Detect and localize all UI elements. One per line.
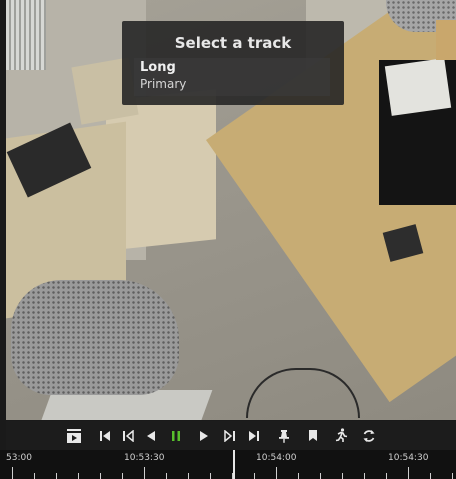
timeline-tick [276,467,277,479]
timeline-tick [100,473,101,479]
timeline-tick [430,473,431,479]
timeline-tick [188,473,189,479]
bookmark-icon [309,430,317,441]
step-back-icon [123,429,134,442]
skip-to-start-button[interactable] [97,421,113,450]
step-forward-icon [224,429,235,442]
window-blinds [6,0,46,70]
timeline-tick [166,473,167,479]
bookmark-button[interactable] [305,421,321,450]
play-forward-button[interactable] [196,421,212,450]
pause-button[interactable] [168,421,184,450]
play-forward-icon [200,430,208,441]
playback-cursor[interactable] [233,450,235,479]
video-source-button[interactable] [64,421,84,450]
pin-icon [279,429,289,443]
timeline-label: 10:54:30 [388,453,429,463]
timeline-tick [56,473,57,479]
skip-to-start-icon [100,430,110,441]
timeline-tick [34,473,35,479]
office-chair [11,280,179,395]
video-source-icon [67,428,81,443]
skip-to-end-button[interactable] [246,421,262,450]
pause-icon [172,430,180,441]
track-option[interactable]: Long Primary [134,58,330,96]
playback-controls [6,421,456,450]
timeline-tick [12,467,13,479]
shelf [436,20,456,60]
motion-button[interactable] [333,421,349,450]
sync-button[interactable] [361,421,377,450]
sync-icon [363,429,375,442]
timeline-tick [210,473,211,479]
timeline-tick [342,473,343,479]
timeline-tick [408,467,409,479]
skip-to-end-icon [249,430,259,441]
timeline-tick [452,473,453,479]
papers [384,58,452,116]
timeline-tick [254,473,255,479]
step-back-button[interactable] [120,421,136,450]
timeline-label: 10:54:00 [256,453,297,463]
track-select-popup: Select a track Long Primary [122,21,344,105]
timeline-tick [122,473,123,479]
timeline-tick [364,473,365,479]
motion-icon [335,428,348,442]
timeline-tick [298,473,299,479]
timeline-tick [144,467,145,479]
step-forward-button[interactable] [222,421,238,450]
timeline-label: 53:00 [6,453,32,463]
timeline-tick [78,473,79,479]
timeline-tick [320,473,321,479]
pin-button[interactable] [276,421,292,450]
play-backward-icon [147,430,155,441]
timeline-tick [386,473,387,479]
track-subtitle: Primary [140,77,187,91]
play-backward-button[interactable] [143,421,159,450]
timeline[interactable]: 53:00 10:53:30 10:54:00 10:54:30 [0,450,456,479]
track-name: Long [140,60,176,75]
popup-title: Select a track [174,34,292,52]
timeline-label: 10:53:30 [124,453,165,463]
